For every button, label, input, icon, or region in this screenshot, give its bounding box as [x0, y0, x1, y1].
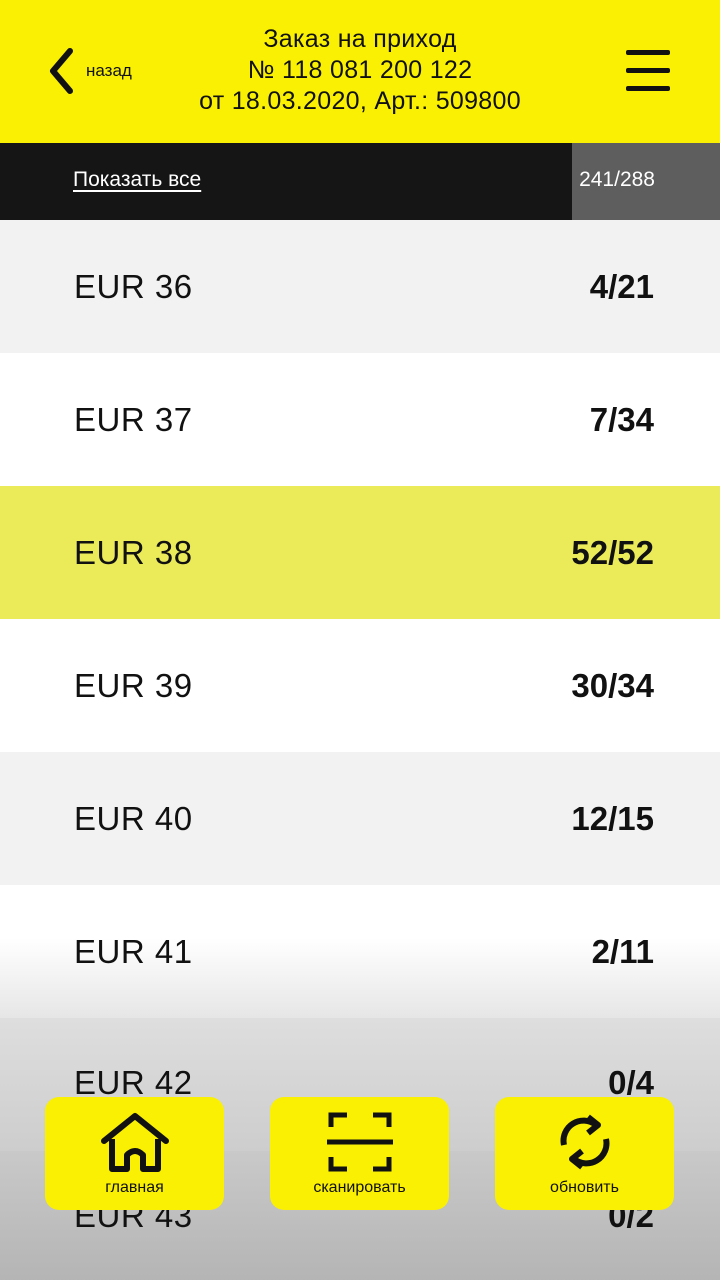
size-label: EUR 38 [74, 534, 193, 571]
size-label: EUR 36 [74, 268, 193, 305]
size-count: 30/34 [571, 667, 654, 704]
hamburger-menu-icon[interactable] [626, 48, 672, 94]
total-count: 241/288 [579, 168, 655, 191]
list-item-completed[interactable]: EUR 38 52/52 [0, 486, 720, 619]
refresh-arrows-icon [560, 1114, 610, 1170]
refresh-label: обновить [550, 1179, 619, 1196]
list-item[interactable]: EUR 39 30/34 [0, 619, 720, 752]
size-label: EUR 37 [74, 401, 193, 438]
list-item[interactable]: EUR 40 12/15 [0, 752, 720, 885]
scan-button[interactable]: сканировать [270, 1097, 449, 1210]
page-title: Заказ на приход № 118 081 200 122 от 18.… [150, 24, 570, 117]
home-icon [101, 1113, 169, 1172]
home-label: главная [105, 1179, 164, 1196]
size-label: EUR 41 [74, 933, 193, 970]
size-count: 4/21 [589, 268, 654, 305]
size-label: EUR 40 [74, 800, 193, 837]
list-item[interactable]: EUR 36 4/21 [0, 220, 720, 353]
title-order-type: Заказ на приход [263, 25, 457, 53]
size-count: 2/11 [591, 933, 654, 970]
back-label: назад [86, 61, 132, 80]
scan-label: сканировать [313, 1179, 406, 1196]
list-item[interactable]: EUR 37 7/34 [0, 353, 720, 486]
home-button[interactable]: главная [45, 1097, 224, 1210]
title-order-number: № 118 081 200 122 [247, 56, 473, 84]
title-order-date-article: от 18.03.2020, Арт.: 509800 [199, 87, 521, 115]
filter-bar: Показать все 241/288 [0, 143, 720, 220]
back-button[interactable]: назад [44, 44, 154, 98]
size-count: 52/52 [571, 534, 654, 571]
scan-frame-icon [327, 1112, 393, 1172]
header-bar: назад Заказ на приход № 118 081 200 122 … [0, 0, 720, 143]
show-all-link[interactable]: Показать все [73, 168, 201, 192]
size-label: EUR 39 [74, 667, 193, 704]
size-count: 7/34 [589, 401, 654, 438]
list-item[interactable]: EUR 41 2/11 [0, 885, 720, 1018]
refresh-button[interactable]: обновить [495, 1097, 674, 1210]
chevron-left-icon [50, 48, 73, 94]
bottom-nav: главная сканировать обновить [0, 1097, 720, 1210]
size-count: 12/15 [571, 800, 654, 837]
